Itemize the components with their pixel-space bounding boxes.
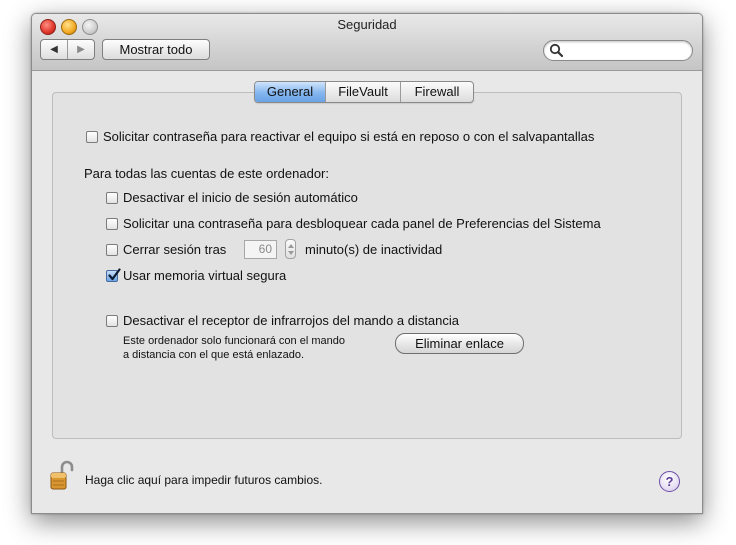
logout-after-label: Cerrar sesión tras: [123, 242, 227, 257]
logout-after-checkbox[interactable]: [106, 244, 118, 256]
secure-virtual-memory-label: Usar memoria virtual segura: [123, 268, 287, 283]
show-all-button[interactable]: Mostrar todo: [102, 39, 210, 60]
logout-after-suffix: minuto(s) de inactividad: [305, 242, 443, 257]
preferences-window: Seguridad ◀ ▶ Mostrar todo General FileV…: [31, 13, 703, 514]
ir-note-line-1: Este ordenador solo funcionará con el ma…: [123, 335, 345, 347]
disable-auto-login-label: Desactivar el inicio de sesión automátic…: [123, 190, 358, 205]
lock-message: Haga clic aquí para impedir futuros camb…: [85, 473, 323, 487]
tab-firewall[interactable]: Firewall: [400, 82, 473, 102]
stepper-up-arrow-icon[interactable]: [288, 244, 294, 248]
ir-note-line-2: a distancia con el que está enlazado.: [123, 349, 305, 361]
stepper-down-arrow-icon[interactable]: [288, 251, 294, 255]
help-button[interactable]: ?: [659, 471, 680, 492]
search-field[interactable]: [543, 40, 693, 61]
forward-button[interactable]: ▶: [67, 40, 94, 59]
magnifier-icon: [549, 43, 564, 58]
require-password-prefs-checkbox[interactable]: [106, 218, 118, 230]
logout-minutes-stepper[interactable]: [285, 239, 296, 259]
window-title: Seguridad: [337, 17, 397, 32]
back-arrow-icon: ◀: [50, 44, 58, 55]
disable-ir-receiver-checkbox[interactable]: [106, 315, 118, 327]
checkmark-icon: [108, 268, 121, 281]
unlink-remote-button[interactable]: Eliminar enlace: [395, 333, 524, 354]
all-accounts-heading: Para todas las cuentas de este ordenador…: [84, 166, 329, 181]
secure-virtual-memory-checkbox[interactable]: [106, 268, 121, 282]
back-button[interactable]: ◀: [41, 40, 67, 59]
tab-bar: General FileVault Firewall: [254, 81, 474, 103]
history-navigation: ◀ ▶: [40, 39, 95, 60]
require-password-prefs-label: Solicitar una contraseña para desbloquea…: [123, 216, 601, 231]
search-input[interactable]: [566, 42, 688, 60]
disable-ir-receiver-label: Desactivar el receptor de infrarrojos de…: [123, 313, 460, 328]
tab-content-panel: [52, 92, 682, 439]
title-bar: Seguridad ◀ ▶ Mostrar todo: [32, 14, 702, 71]
logout-minutes-field[interactable]: 60: [244, 240, 277, 259]
disable-auto-login-checkbox[interactable]: [106, 192, 118, 204]
tab-filevault[interactable]: FileVault: [325, 82, 400, 102]
require-password-checkbox[interactable]: [86, 131, 98, 143]
unlocked-padlock-icon[interactable]: [50, 459, 74, 491]
forward-arrow-icon: ▶: [77, 44, 85, 55]
tab-general[interactable]: General: [255, 82, 325, 102]
require-password-label: Solicitar contraseña para reactivar el e…: [103, 129, 595, 144]
